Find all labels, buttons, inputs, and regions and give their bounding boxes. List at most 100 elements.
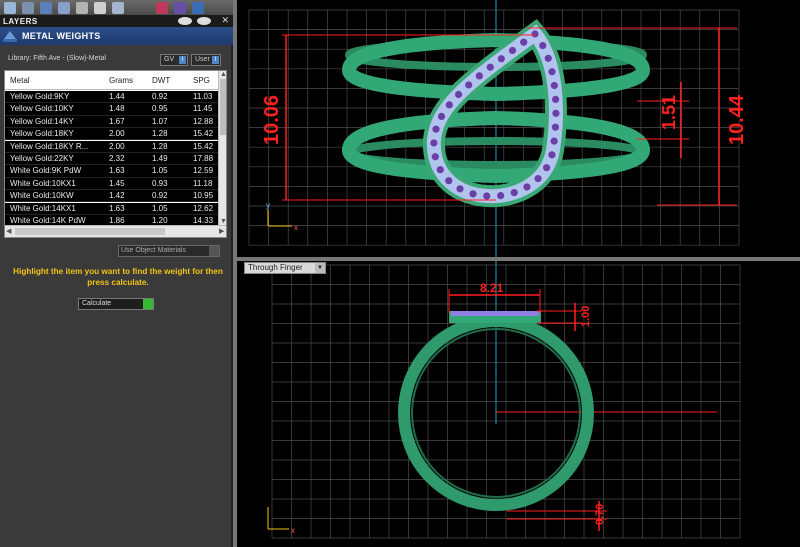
- vertical-scrollbar[interactable]: ▲ ▼: [218, 71, 226, 227]
- close-icon[interactable]: ✕: [221, 16, 229, 25]
- calculate-label: Calculate: [82, 300, 112, 307]
- box-icon[interactable]: [58, 1, 70, 14]
- cell-metal: White Gold:10KW: [10, 191, 74, 201]
- prong-bead: [465, 81, 473, 89]
- cell-dwt: 1.05: [152, 166, 168, 176]
- prong-bead: [550, 81, 558, 90]
- view-name-dropdown[interactable]: Through Finger ▼: [244, 262, 326, 274]
- table-row[interactable]: White Gold:9K PdW 1.63 1.05 12.59: [5, 165, 220, 178]
- calculate-button[interactable]: Calculate: [78, 298, 154, 310]
- horizontal-scroll-thumb[interactable]: [15, 228, 165, 235]
- cell-dwt: 1.28: [152, 141, 168, 151]
- prong-bead: [520, 38, 528, 46]
- prong-bead: [534, 175, 542, 183]
- render-icon[interactable]: [156, 1, 168, 14]
- gv-indicator: I: [179, 56, 186, 64]
- dimension-width: 8.21: [480, 281, 504, 295]
- color-wheel-icon[interactable]: [174, 1, 186, 14]
- gv-toggle[interactable]: GV I: [160, 54, 188, 66]
- cell-metal: White Gold:9K PdW: [10, 166, 82, 176]
- column-header-grams[interactable]: Grams: [109, 76, 133, 85]
- prong-bead: [454, 90, 463, 99]
- column-header-metal[interactable]: Metal: [10, 76, 30, 85]
- prong-bead: [508, 46, 517, 55]
- cell-metal: Yellow Gold:18KY R...: [10, 141, 89, 151]
- cell-spg: 15.42: [193, 129, 214, 139]
- table-row[interactable]: Yellow Gold:10KY 1.48 0.95 11.45: [5, 103, 220, 116]
- scroll-right-icon[interactable]: ▶: [219, 228, 224, 236]
- table-row[interactable]: White Gold:10KX1 1.45 0.93 11.18: [5, 177, 220, 191]
- cell-spg: 15.42: [193, 141, 214, 151]
- cell-grams: 1.63: [109, 166, 125, 176]
- instruction-text: Highlight the item you want to find the …: [13, 267, 223, 287]
- table-row[interactable]: Yellow Gold:18KY R... 2.00 1.28 15.42: [5, 140, 220, 153]
- chevron-down-icon[interactable]: ▼: [315, 263, 325, 273]
- scroll-up-icon[interactable]: ▲: [220, 71, 226, 79]
- cell-metal: Yellow Gold:10KY: [10, 104, 74, 114]
- funnel-icon[interactable]: [76, 1, 88, 14]
- vertical-scroll-thumb[interactable]: [220, 79, 226, 135]
- prong-bead: [497, 192, 505, 200]
- table-row[interactable]: Yellow Gold:22KY 2.32 1.49 17.88: [5, 153, 220, 166]
- prong-bead: [497, 55, 505, 63]
- dimension-height-left: 10.06: [261, 95, 283, 145]
- table-row[interactable]: Yellow Gold:18KY 2.00 1.28 15.42: [5, 128, 220, 141]
- axis-y-label: y: [266, 201, 270, 210]
- cell-grams: 1.67: [109, 116, 125, 126]
- cell-dwt: 1.28: [152, 129, 168, 139]
- metal-weights-header: METAL WEIGHTS: [0, 27, 233, 45]
- grid-icon[interactable]: [4, 1, 16, 14]
- cell-spg: 12.59: [193, 166, 214, 176]
- window-icon[interactable]: [22, 1, 34, 14]
- cell-grams: 1.42: [109, 191, 125, 201]
- dimension-setting-height: 1.00: [580, 306, 592, 327]
- cell-dwt: 0.95: [152, 104, 168, 114]
- prong-bead: [531, 30, 539, 38]
- left-panel: LAYERS ✕ METAL WEIGHTS Library: Fifth Av…: [0, 0, 233, 547]
- settings-icon[interactable]: [209, 246, 219, 256]
- top-viewport[interactable]: 10.06 10.44 1.51 y x: [237, 0, 800, 257]
- prong-bead: [445, 101, 453, 109]
- horizontal-scrollbar[interactable]: ◀ ▶: [5, 225, 226, 237]
- cell-metal: Yellow Gold:9KY: [10, 92, 70, 101]
- axis-x-label: x: [294, 223, 298, 232]
- cell-metal: White Gold:10KX1: [10, 178, 76, 188]
- network-icon[interactable]: [94, 1, 106, 14]
- scroll-left-icon[interactable]: ◀: [6, 228, 11, 236]
- prong-bead: [510, 189, 518, 197]
- cell-grams: 1.86: [109, 216, 125, 225]
- eye-icon[interactable]: [178, 17, 192, 25]
- user-label: User: [195, 56, 210, 63]
- prong-bead: [430, 139, 438, 147]
- cell-dwt: 0.93: [152, 178, 168, 188]
- bottom-viewport[interactable]: 8.21 1.00 0.70 x: [237, 261, 800, 547]
- dimension-gap: 1.51: [659, 95, 679, 130]
- column-header-spg[interactable]: SPG: [193, 76, 210, 85]
- prong-bead: [475, 72, 483, 80]
- table-row[interactable]: Yellow Gold:14KY 1.67 1.07 12.88: [5, 115, 220, 129]
- cell-grams: 1.63: [109, 203, 125, 213]
- prong-bead: [551, 95, 560, 103]
- cell-spg: 11.45: [193, 104, 213, 114]
- table-row[interactable]: Yellow Gold:9KY 1.44 0.92 11.03: [5, 91, 220, 104]
- view-name-label: Through Finger: [248, 263, 303, 272]
- cell-grams: 2.00: [109, 141, 125, 151]
- user-toggle[interactable]: User I: [191, 54, 221, 66]
- column-header-dwt[interactable]: DWT: [152, 76, 170, 85]
- prong-bead: [544, 54, 552, 62]
- metal-weights-title: METAL WEIGHTS: [22, 31, 101, 41]
- monitor-icon[interactable]: [112, 1, 124, 14]
- table-row[interactable]: White Gold:10KW 1.42 0.92 10.95: [5, 190, 220, 203]
- cell-grams: 2.00: [109, 129, 125, 139]
- use-object-materials-label: Use Object Materials: [121, 247, 186, 254]
- eye-closed-icon[interactable]: [197, 17, 211, 25]
- cell-metal: Yellow Gold:18KY: [10, 129, 74, 139]
- cell-metal: White Gold:14K PdW: [10, 216, 86, 225]
- prong-bead: [551, 123, 560, 131]
- prong-bead: [445, 177, 453, 185]
- cube-icon[interactable]: [40, 1, 52, 14]
- use-object-materials-dropdown[interactable]: Use Object Materials: [118, 245, 220, 257]
- plugin-icon[interactable]: [192, 1, 204, 14]
- table-row[interactable]: White Gold:14KX1 1.63 1.05 12.62: [5, 202, 220, 215]
- play-icon: [143, 299, 153, 309]
